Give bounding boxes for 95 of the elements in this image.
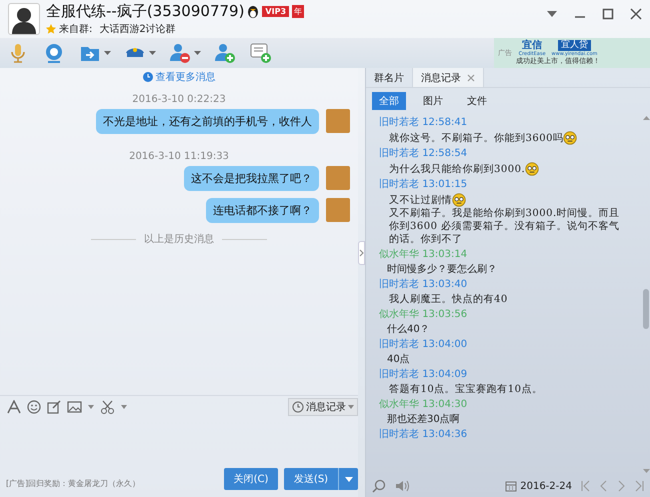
message-text: 又不让过剧情 <box>389 194 452 206</box>
message-text: 答题有10点。宝宝赛跑有10点。 <box>389 383 542 396</box>
product-name: 宜人贷 <box>558 40 591 51</box>
send-options-button[interactable] <box>338 468 358 490</box>
edit-icon[interactable] <box>47 400 61 414</box>
image-icon[interactable] <box>67 400 82 414</box>
emoticon-icon <box>452 193 466 207</box>
dropdown-icon[interactable] <box>546 10 558 18</box>
clock-icon <box>292 400 304 412</box>
message-text: 那也还差30点啊 <box>387 413 460 426</box>
message-bubble: 连电话都不接了啊？ <box>206 198 319 223</box>
message-text: 什么40？ <box>387 323 430 336</box>
calendar-icon[interactable] <box>505 480 518 492</box>
avatar-placeholder <box>326 198 350 222</box>
maximize-icon[interactable] <box>602 8 614 20</box>
chat-add-icon[interactable] <box>249 41 273 65</box>
caret-icon[interactable] <box>149 50 156 56</box>
sender-name: 旧时若老 <box>379 148 420 159</box>
more-messages-link[interactable]: 查看更多消息 <box>142 70 216 84</box>
brand-name: 宜信 <box>522 40 542 51</box>
sender-name: 似水年华 <box>379 249 420 260</box>
search-icon[interactable] <box>372 479 386 493</box>
message-time: 12:58:41 <box>422 117 468 128</box>
send-button[interactable]: 发送(S) <box>284 468 338 490</box>
message-time: 13:04:00 <box>422 339 468 350</box>
history-divider-label: 以上是历史消息 <box>144 232 214 246</box>
emoji-icon[interactable] <box>27 400 41 414</box>
more-messages-label[interactable]: 查看更多消息 <box>156 70 216 84</box>
sender-name: 旧时若老 <box>379 179 420 190</box>
sender-name: 似水年华 <box>379 399 420 410</box>
emoticon-icon <box>525 162 540 176</box>
message-time: 13:03:56 <box>422 309 468 320</box>
message-time: 13:03:40 <box>422 279 468 290</box>
message-text: 又不刷箱子。我是能给你刷到3000.时间慢。而且你到3600 必须需要箱子。没有箱子。说句不客气的话。你到不了 <box>389 207 621 246</box>
message-history-button[interactable]: 消息记录 <box>288 398 358 416</box>
sender-name: 旧时若老 <box>379 279 420 290</box>
timestamp: 2016-3-10 0:22:23 <box>131 94 227 105</box>
message-text: 40点 <box>387 353 410 366</box>
caret-icon[interactable] <box>121 404 127 408</box>
next-icon[interactable] <box>617 480 625 492</box>
sender-name: 似水年华 <box>379 309 420 320</box>
avatar-placeholder <box>326 109 350 133</box>
star-icon <box>46 24 56 34</box>
window-title: 全服代练--疯子(353090779) <box>46 2 244 21</box>
caret-icon[interactable] <box>88 404 94 408</box>
message-time: 13:04:36 <box>422 429 468 440</box>
message-text: 我人刷魔王。快点的有40 <box>389 293 508 306</box>
message-time: 13:04:30 <box>422 399 468 410</box>
message-text: 为什么我只能给你刷到3000. <box>389 162 526 176</box>
scroll-down-icon[interactable] <box>642 469 650 473</box>
caret-icon[interactable] <box>104 50 111 56</box>
clock-icon <box>142 72 152 82</box>
avatar-placeholder <box>326 166 350 190</box>
message-bubble: 不光是地址，还有之前填的手机号，收件人 <box>96 109 319 134</box>
caret-icon <box>348 404 354 408</box>
source-label: 来自群: <box>59 22 92 36</box>
user-remove-icon[interactable] <box>168 41 192 65</box>
penguin-icon <box>247 5 260 18</box>
message-time: 12:58:54 <box>422 148 468 159</box>
year-badge: 年 <box>292 5 304 18</box>
message-time: 13:01:15 <box>422 179 468 190</box>
sender-name: 旧时若老 <box>379 369 420 380</box>
user-add-icon[interactable] <box>213 41 237 65</box>
chevron-right-icon <box>359 248 364 256</box>
vip-badge: VIP3 <box>262 6 290 17</box>
filter-tab[interactable]: 文件 <box>460 92 494 110</box>
timestamp: 2016-3-10 11:19:33 <box>128 151 230 162</box>
message-time: 13:03:14 <box>422 249 468 260</box>
date-label[interactable]: 2016-2-24 <box>520 480 572 492</box>
tab[interactable]: 消息记录 <box>413 68 484 87</box>
caret-icon[interactable] <box>194 50 201 56</box>
scroll-up-icon[interactable] <box>642 116 650 120</box>
message-time: 13:04:09 <box>422 369 468 380</box>
ad-text-link[interactable]: [广告]回归奖励：黄金屠龙刀（永久） <box>6 478 218 488</box>
filter-tab[interactable]: 全部 <box>372 92 406 110</box>
close-button[interactable]: 关闭(C) <box>224 468 278 490</box>
scrollbar-thumb[interactable] <box>643 289 649 329</box>
message-text: 就你这号。不刷箱子。你能到3600吗 <box>389 132 564 144</box>
sender-name: 旧时若老 <box>379 117 420 128</box>
close-icon[interactable] <box>630 8 642 20</box>
filter-tab[interactable]: 图片 <box>416 92 450 110</box>
speaker-icon[interactable] <box>395 479 409 493</box>
caret-icon <box>344 476 352 482</box>
font-icon[interactable] <box>7 400 21 414</box>
previous-icon[interactable] <box>600 480 608 492</box>
message-bubble: 这不会是把我拉黑了吧？ <box>184 166 319 191</box>
group-name: 大话西游2讨论群 <box>99 22 176 36</box>
first-page-icon[interactable] <box>581 480 591 492</box>
scissors-icon[interactable] <box>100 400 115 414</box>
message-text: 时间慢多少？要怎么刷？ <box>387 263 497 276</box>
sender-name: 旧时若老 <box>379 429 420 440</box>
last-page-icon[interactable] <box>634 480 644 492</box>
collapse-handle[interactable] <box>358 240 365 264</box>
emoticon-icon <box>563 131 578 145</box>
sender-name: 旧时若老 <box>379 339 420 350</box>
